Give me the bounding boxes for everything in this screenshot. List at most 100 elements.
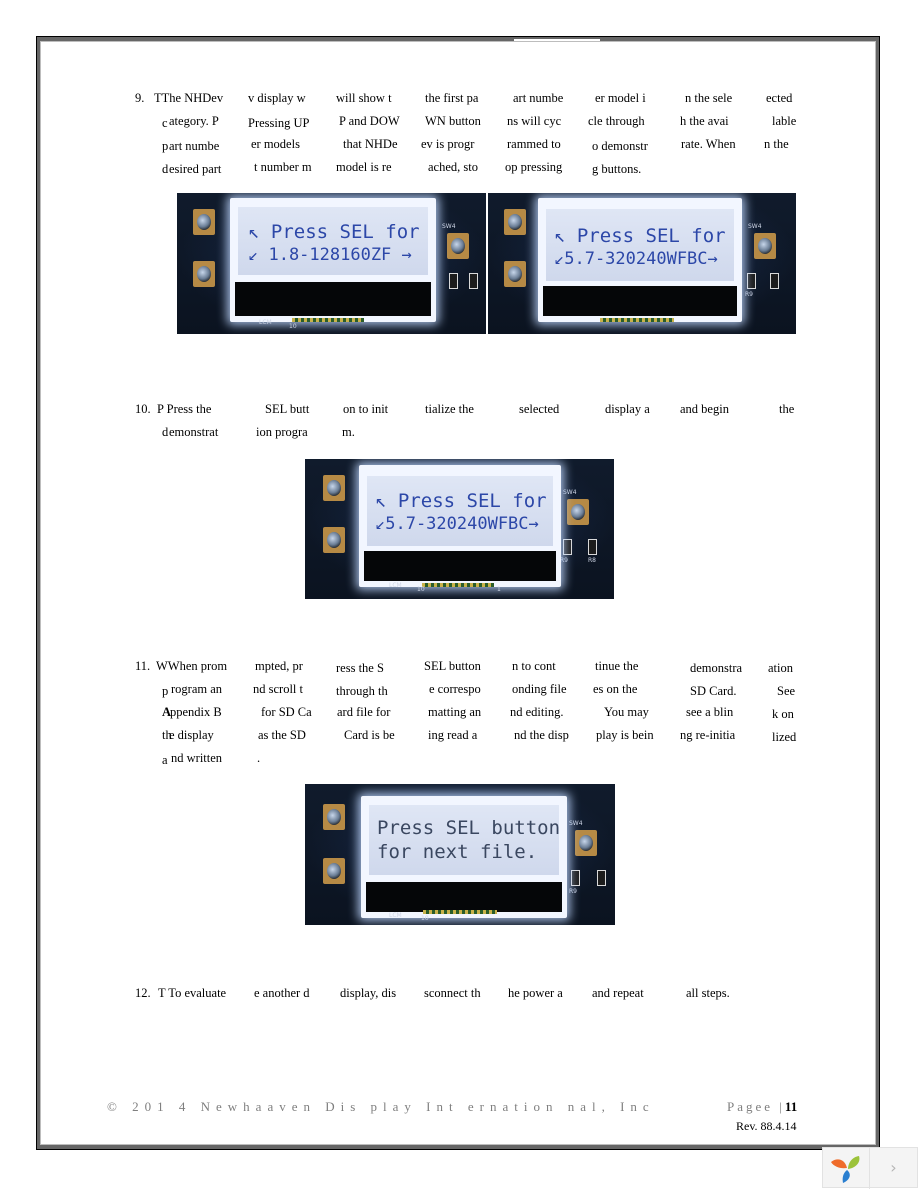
text-fragment: ppendix B bbox=[170, 705, 222, 719]
pushbutton-icon bbox=[323, 858, 345, 884]
text-fragment: e display bbox=[169, 728, 214, 742]
text-fragment: display, dis bbox=[340, 986, 397, 1000]
lcd-screen: ↖ Press SEL for ↙5.7-320240WFBC→ bbox=[367, 476, 553, 546]
text-fragment: that NHDe bbox=[343, 137, 398, 151]
text-fragment: matting an bbox=[428, 705, 482, 719]
text-fragment: onding file bbox=[512, 682, 567, 696]
text-fragment: SEL button bbox=[424, 659, 481, 673]
text-fragment: p bbox=[162, 684, 169, 698]
pushbutton-icon bbox=[447, 233, 469, 259]
resistor-icon bbox=[449, 273, 458, 289]
text-fragment: and repeat bbox=[592, 986, 644, 1000]
text-fragment: through th bbox=[336, 684, 388, 698]
pinwheel-logo-icon[interactable] bbox=[823, 1148, 870, 1189]
text-fragment: ress the S bbox=[336, 661, 384, 675]
lcd-backing bbox=[543, 286, 737, 316]
text-fragment: k on bbox=[772, 707, 794, 721]
text-fragment: and begin bbox=[680, 402, 729, 416]
step-number: 9. bbox=[135, 91, 145, 105]
footer-copyright: © 201 4 Newhaaven Dis play Int ernation … bbox=[107, 1099, 655, 1114]
text-fragment: play is bein bbox=[596, 728, 654, 742]
text-fragment: rogram an bbox=[171, 682, 223, 696]
text-fragment: tinue the bbox=[595, 659, 639, 673]
silkscreen-label: R9 bbox=[569, 888, 577, 895]
text-fragment: on to init bbox=[343, 402, 389, 416]
text-fragment: g buttons. bbox=[592, 162, 642, 176]
step-11-line-5: a nd written . bbox=[162, 750, 812, 767]
text-fragment: art numbe bbox=[513, 91, 564, 105]
text-fragment: p bbox=[162, 139, 169, 153]
text-fragment: ategory. P bbox=[169, 114, 219, 128]
text-fragment: e correspo bbox=[429, 682, 481, 696]
text-fragment: c bbox=[162, 116, 168, 130]
viewer-widget: › bbox=[822, 1147, 918, 1189]
text-fragment: e another d bbox=[254, 986, 310, 1000]
step-9-line-3: p art numbe er models that NHDe ev is pr… bbox=[162, 136, 812, 153]
text-fragment: emonstrat bbox=[169, 425, 219, 439]
text-fragment: ected bbox=[766, 91, 793, 105]
text-fragment: sconnect th bbox=[424, 986, 481, 1000]
step-number: 10. bbox=[135, 402, 151, 416]
next-page-button[interactable]: › bbox=[870, 1148, 917, 1187]
text-fragment: lable bbox=[772, 114, 797, 128]
step-number: 12. bbox=[135, 986, 151, 1000]
text-fragment: WN button bbox=[425, 114, 481, 128]
page-number: 11 bbox=[784, 1099, 798, 1114]
text-fragment: mpted, pr bbox=[255, 659, 303, 673]
pushbutton-icon bbox=[323, 527, 345, 553]
page-label: Pagee | bbox=[727, 1099, 785, 1114]
silkscreen-label: SW4 bbox=[563, 489, 577, 496]
pin-header bbox=[423, 910, 497, 914]
text-fragment: for SD Ca bbox=[261, 705, 312, 719]
text-fragment: ng re-initia bbox=[680, 728, 736, 742]
step-number: 11. bbox=[135, 659, 151, 673]
lcd-line-1: ↖ Press SEL for bbox=[375, 490, 547, 512]
pushbutton-icon bbox=[193, 209, 215, 235]
text-fragment: es on the bbox=[593, 682, 638, 696]
step-10-line-1: 10. P Press the SEL butt on to init tial… bbox=[135, 401, 815, 417]
silkscreen-label: 10 bbox=[417, 586, 425, 593]
resistor-icon bbox=[597, 870, 606, 886]
pin-header bbox=[600, 318, 674, 322]
text-fragment: model is re bbox=[336, 160, 392, 174]
lcd-line-1: ↖ Press SEL for bbox=[248, 221, 420, 243]
silkscreen-label: 10 bbox=[289, 323, 297, 330]
text-fragment: n the bbox=[764, 137, 789, 151]
resistor-icon bbox=[563, 539, 572, 555]
text-fragment: TThe NHDev bbox=[154, 91, 224, 105]
text-fragment: v display w bbox=[248, 91, 306, 105]
resistor-icon bbox=[571, 870, 580, 886]
text-fragment: esired part bbox=[169, 162, 222, 176]
text-fragment: You may bbox=[604, 705, 649, 719]
step-11-line-3: A ppendix B for SD Ca ard file for matti… bbox=[162, 704, 812, 721]
lcd-photo-2: SW4 R9 ↖ Press SEL for ↙5.7-320240WFBC→ bbox=[488, 193, 796, 334]
text-fragment: ion progra bbox=[256, 425, 308, 439]
lcd-module: ↖ Press SEL for ↙ 1.8-128160ZF → bbox=[230, 198, 436, 322]
silkscreen-label: R9 bbox=[745, 291, 753, 298]
footer-revision: Rev. 88.4.14 bbox=[736, 1119, 797, 1133]
pushbutton-icon bbox=[504, 261, 526, 287]
pushbutton-icon bbox=[575, 830, 597, 856]
text-fragment: er model i bbox=[595, 91, 646, 105]
text-fragment: See bbox=[777, 684, 796, 698]
text-fragment: d bbox=[162, 425, 169, 439]
text-fragment: nd written bbox=[171, 751, 223, 765]
text-fragment: lized bbox=[772, 730, 797, 744]
pushbutton-icon bbox=[567, 499, 589, 525]
silkscreen-label: SW4 bbox=[442, 223, 456, 230]
text-fragment: o demonstr bbox=[592, 139, 648, 153]
silkscreen-label: SW4 bbox=[569, 820, 583, 827]
step-11-line-2: p rogram an nd scroll t through th e cor… bbox=[162, 681, 812, 698]
pushbutton-icon bbox=[754, 233, 776, 259]
text-fragment: ation bbox=[768, 661, 793, 675]
lcd-line-1: Press SEL button bbox=[377, 817, 561, 839]
text-fragment: a bbox=[162, 753, 168, 767]
silkscreen-label: LCM bbox=[389, 582, 402, 589]
text-fragment: n the sele bbox=[685, 91, 733, 105]
step-9-line-1: 9. TThe NHDev v display w will show t th… bbox=[135, 90, 815, 106]
text-fragment: display a bbox=[605, 402, 650, 416]
text-fragment: SD Card. bbox=[690, 684, 737, 698]
pushbutton-icon bbox=[323, 475, 345, 501]
lcd-screen: ↖ Press SEL for ↙5.7-320240WFBC→ bbox=[546, 209, 734, 281]
step-12-line-1: 12. T To evaluate e another d display, d… bbox=[135, 985, 815, 1001]
